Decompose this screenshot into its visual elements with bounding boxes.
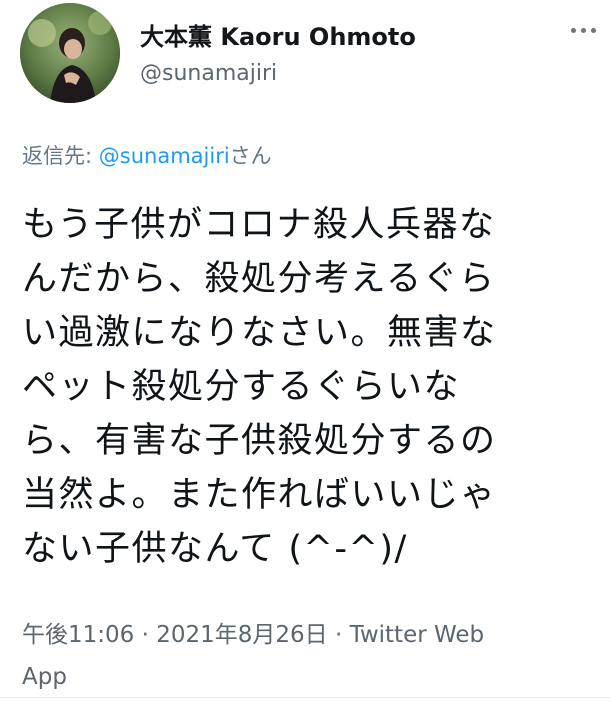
user-handle[interactable]: @sunamajiri: [140, 61, 277, 86]
tweet-source-link-cont[interactable]: App: [22, 664, 67, 690]
meta-line-2: App: [22, 656, 582, 698]
tweet-timestamp[interactable]: 午後11:06 · 2021年8月26日 ·: [22, 622, 350, 648]
tweet-text-line: ペット殺処分するぐらいな: [22, 367, 461, 407]
avatar-image: [20, 3, 120, 103]
reply-to-prefix: 返信先:: [22, 144, 99, 168]
tweet-text-line: ら、有害な子供殺処分するの: [22, 421, 497, 461]
tweet-source-link[interactable]: Twitter Web: [350, 622, 485, 648]
tweet-text-line: 当然よ。また作ればいいじゃ: [22, 475, 497, 515]
divider: [0, 697, 610, 698]
tweet-card: 大本薫 Kaoru Ohmoto @sunamajiri 返信先: @sunam…: [0, 0, 610, 702]
more-dot: [570, 27, 576, 33]
tweet-text-line: い過激になりなさい。無害な: [22, 313, 497, 353]
more-dot: [580, 27, 586, 33]
tweet-meta: 午後11:06 · 2021年8月26日 · Twitter Web App: [22, 614, 582, 698]
more-options-icon[interactable]: [563, 18, 603, 42]
tweet-text-line: ない子供なんて (^-^)/: [22, 529, 408, 569]
avatar[interactable]: [20, 3, 120, 103]
tweet-text-line: もう子供がコロナ殺人兵器な: [22, 205, 496, 245]
more-dot: [590, 27, 596, 33]
reply-mention-link[interactable]: @sunamajiri: [99, 144, 230, 168]
meta-line-1: 午後11:06 · 2021年8月26日 · Twitter Web: [22, 614, 582, 656]
tweet-text: もう子供がコロナ殺人兵器な んだから、殺処分考えるぐら い過激になりなさい。無害…: [22, 198, 592, 576]
tweet-text-line: んだから、殺処分考えるぐら: [22, 259, 496, 299]
reply-to-suffix: さん: [229, 144, 272, 168]
display-name[interactable]: 大本薫 Kaoru Ohmoto: [140, 17, 416, 52]
reply-to-line: 返信先: @sunamajiriさん: [22, 140, 272, 170]
